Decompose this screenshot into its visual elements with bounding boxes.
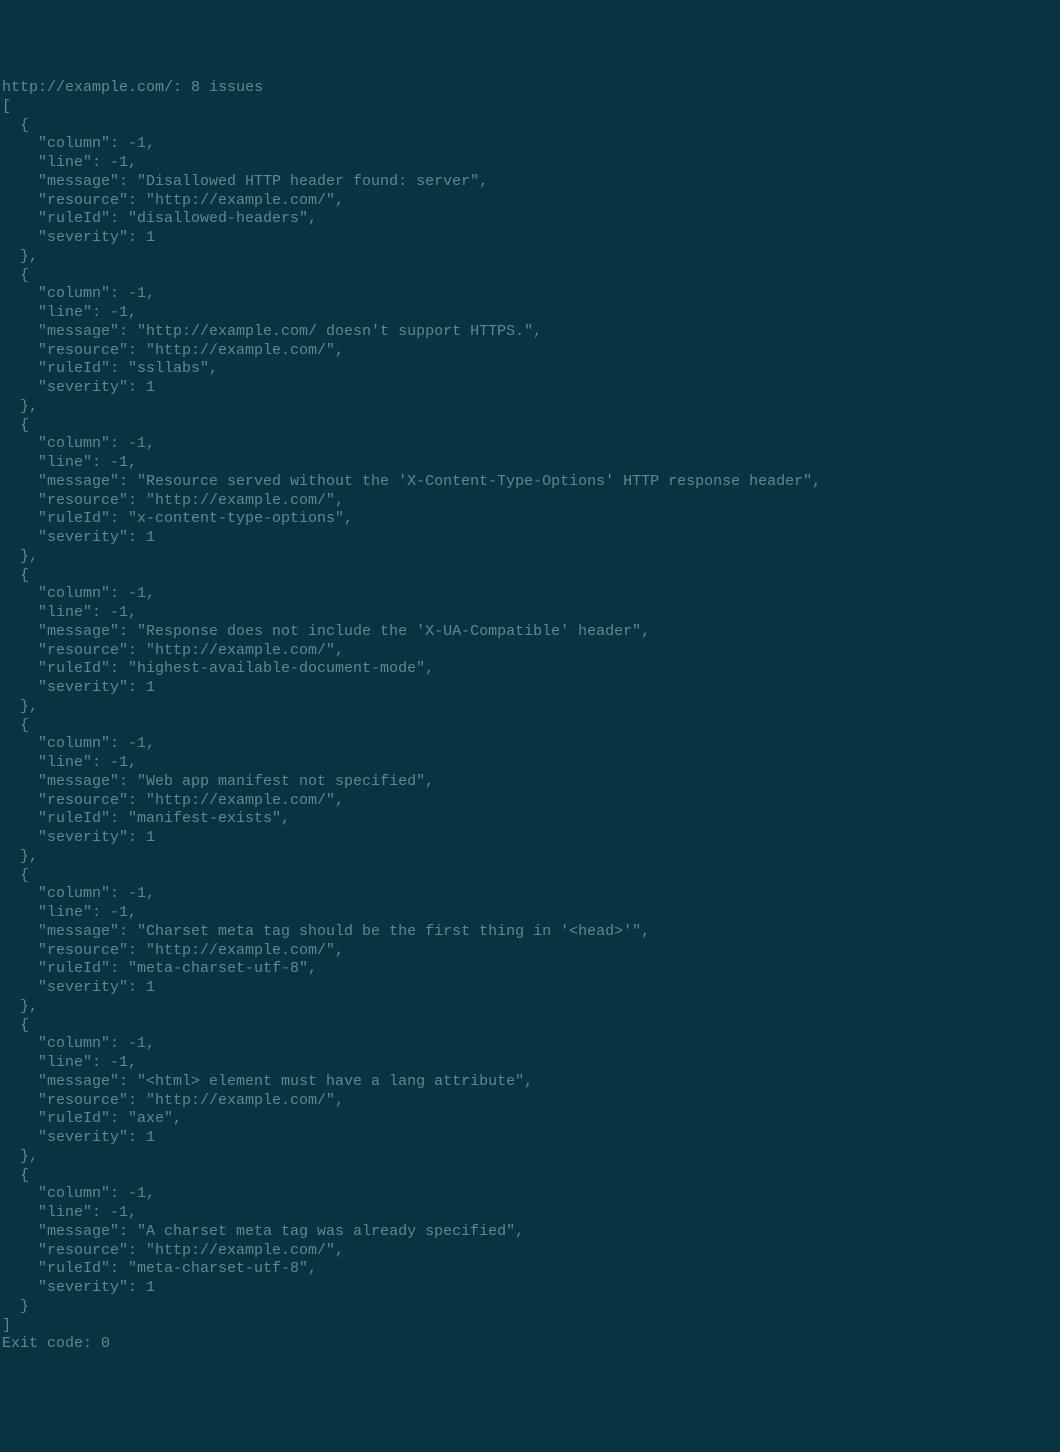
- terminal-output: http://example.com/: 8 issues [ { "colum…: [2, 79, 1058, 1354]
- exit-line: Exit code: 0: [2, 1335, 110, 1352]
- json-open-bracket: [: [2, 98, 11, 115]
- header-count: 8: [191, 79, 200, 96]
- header-line: http://example.com/: 8 issues: [2, 79, 263, 96]
- header-label: issues: [209, 79, 263, 96]
- issues-container: { "column": -1, "line": -1, "message": "…: [2, 117, 821, 1315]
- json-close-bracket: ]: [2, 1317, 11, 1334]
- header-url: http://example.com/: [2, 79, 173, 96]
- exit-label: Exit code: [2, 1335, 83, 1352]
- exit-code: 0: [101, 1335, 110, 1352]
